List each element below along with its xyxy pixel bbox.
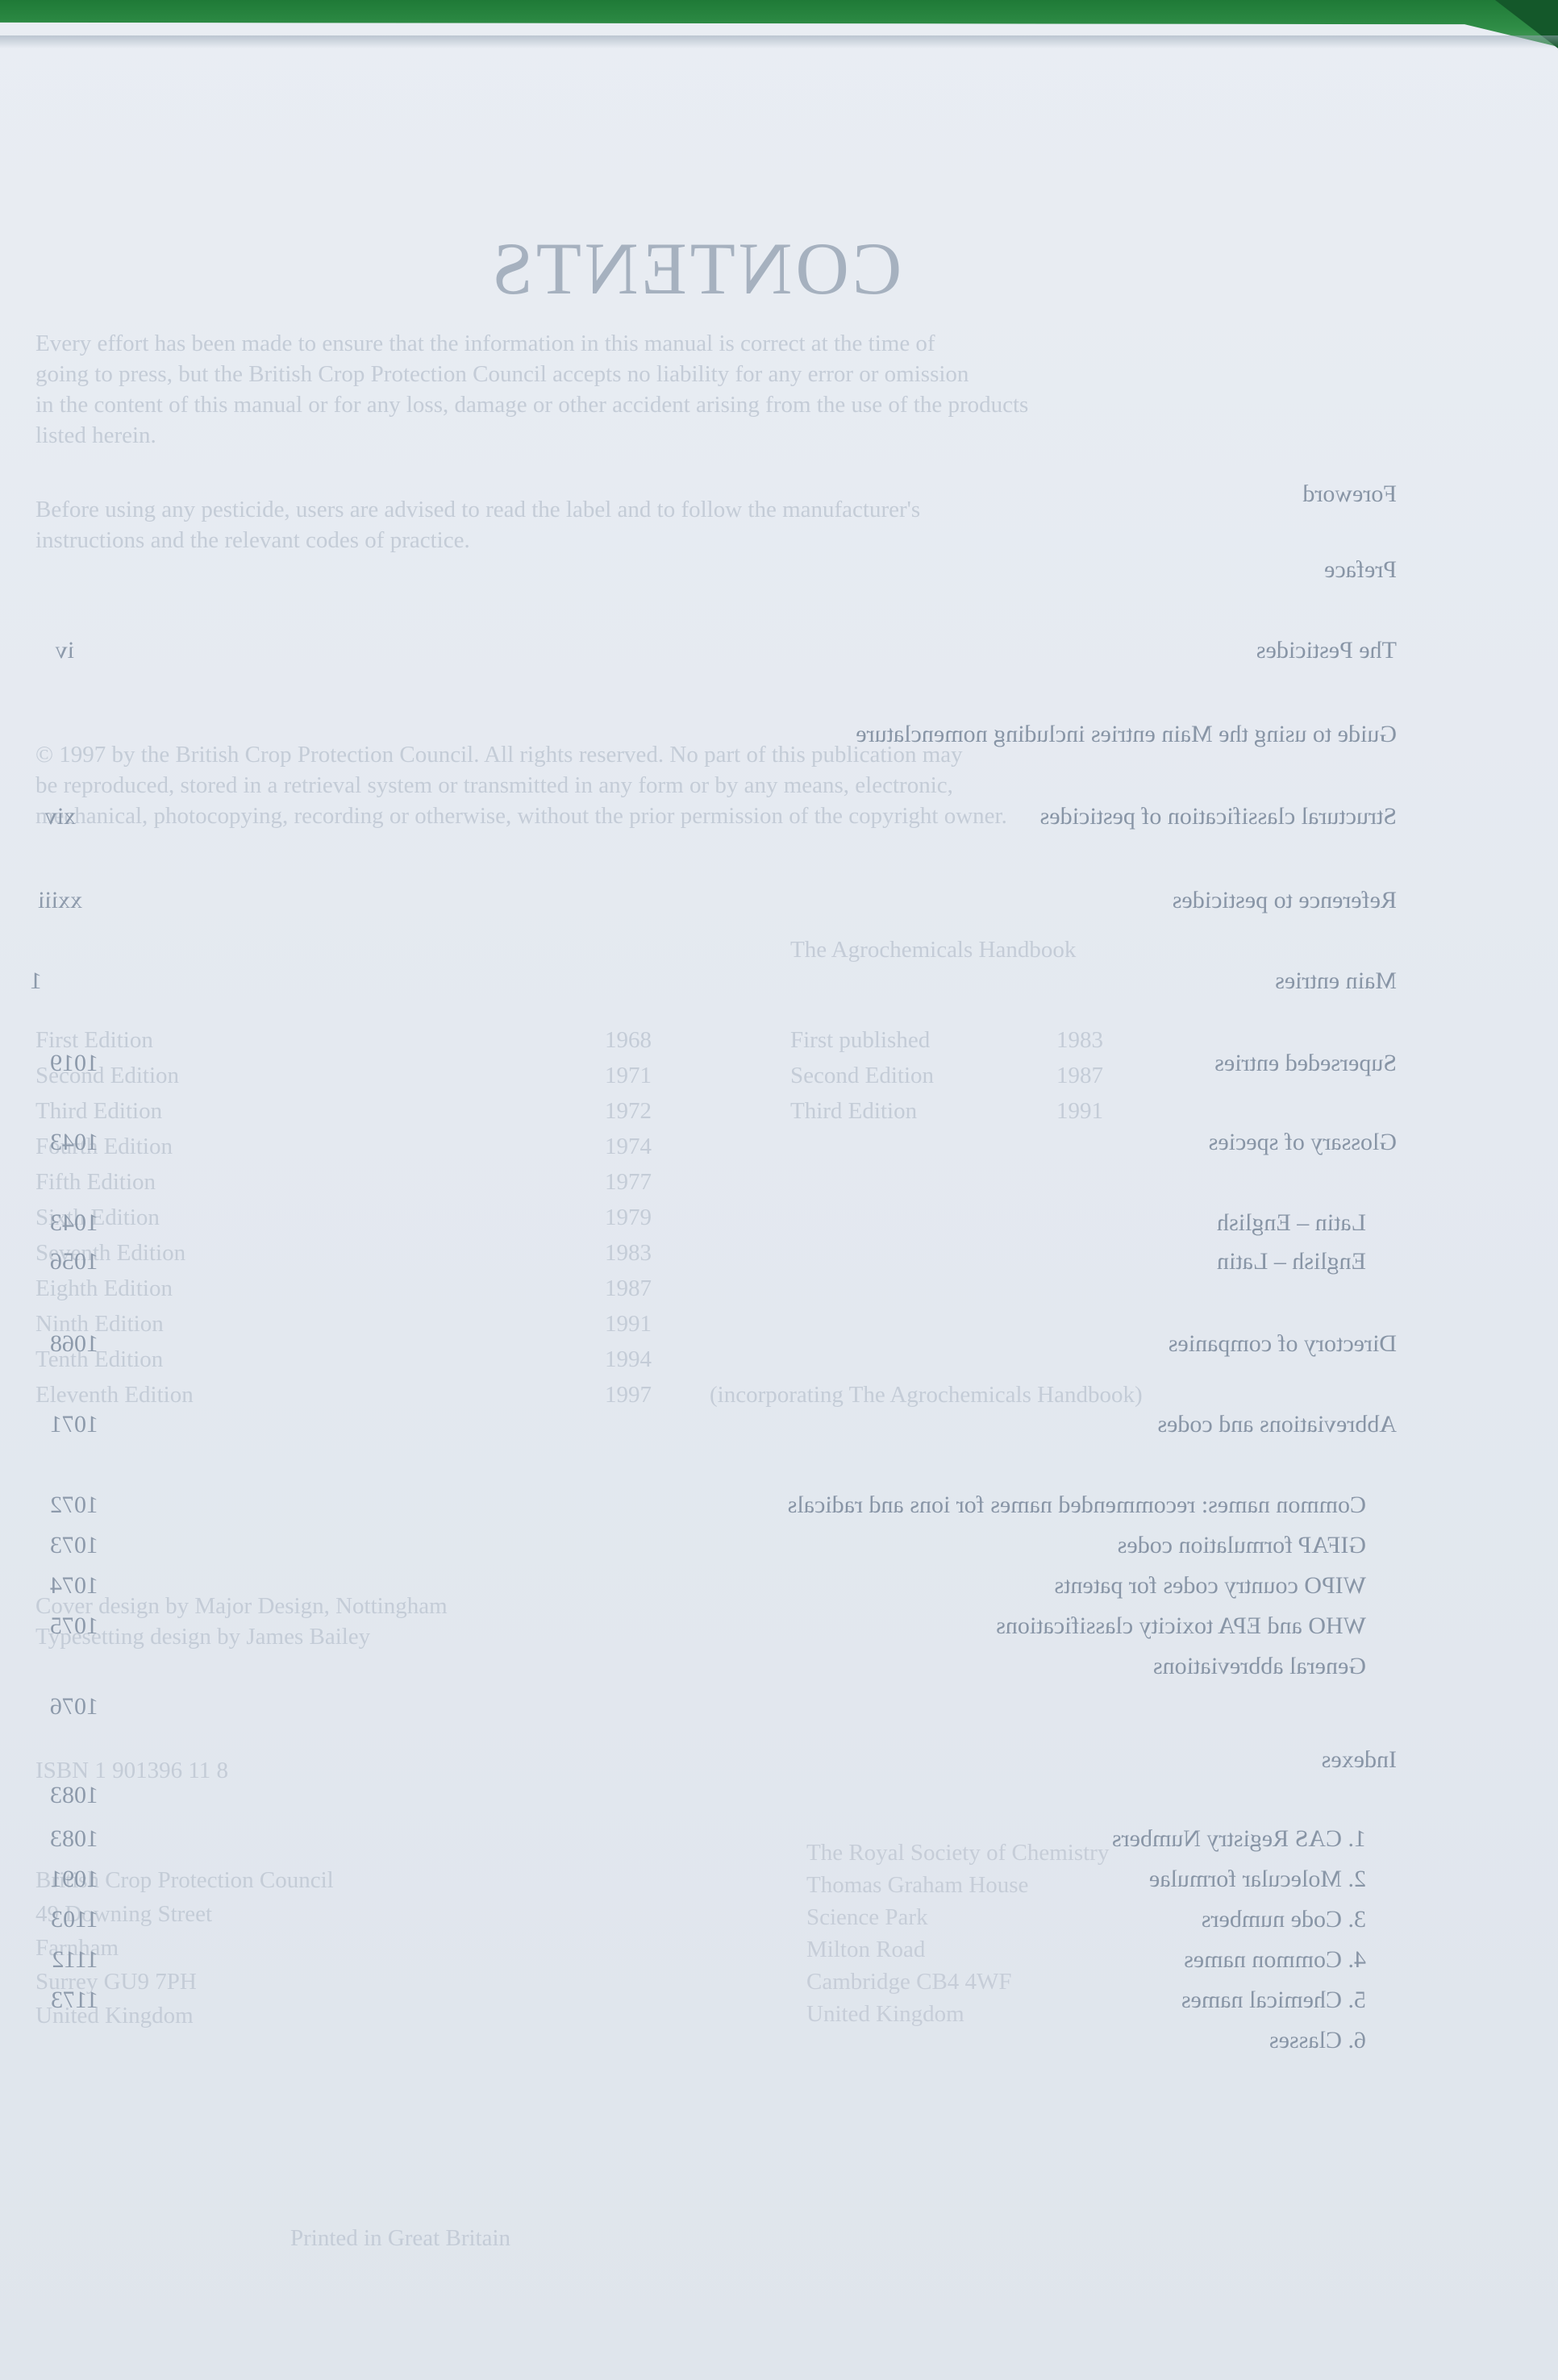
toc-entry-page: 1173: [51, 1987, 98, 2013]
toc-entry-page: 1076: [50, 1693, 98, 1720]
toc-entry-page: 1019: [50, 1050, 98, 1076]
toc-entry-page: 1083: [50, 1825, 98, 1852]
toc-entry-label: 2. Molecular formulae: [1148, 1866, 1366, 1892]
toc-entry-label: Structural classification of pesticides: [1039, 803, 1397, 830]
toc-entry-page: 1074: [50, 1572, 98, 1599]
toc-entry-label: 6. Classes: [1269, 2027, 1366, 2053]
page-title: CONTENTS: [488, 227, 902, 310]
toc-entry-label: 1. CAS Registry Numbers: [1112, 1825, 1366, 1852]
toc-entry-label: WHO and EPA toxicity classifications: [996, 1612, 1366, 1639]
toc-entry-page: xiv: [44, 803, 76, 830]
toc-entry-page: 1091: [50, 1866, 98, 1892]
toc-entry-page: 1112: [52, 1946, 98, 1973]
toc-entry-label: The Pesticides: [1256, 637, 1397, 664]
toc-entry-page: 1043: [50, 1209, 98, 1236]
toc-entry-label: Guide to using the Main entries includin…: [856, 721, 1397, 747]
toc-entry-label: Indexes: [1321, 1746, 1397, 1773]
toc-entry-label: 5. Chemical names: [1181, 1987, 1366, 2013]
toc-entry-page: xxiii: [37, 887, 82, 913]
toc-entry-page: 1072: [50, 1492, 98, 1518]
toc-entry-page: 1073: [50, 1532, 98, 1558]
toc-entry-label: Directory of companies: [1168, 1330, 1397, 1357]
toc-entry-page: 1075: [50, 1612, 98, 1639]
toc-entry-label: Glossary of species: [1208, 1129, 1397, 1155]
toc-entry-label: Latin – English: [1217, 1209, 1366, 1236]
toc-entry-label: Abbreviations and codes: [1157, 1411, 1397, 1438]
toc-entry-label: Superseded entries: [1214, 1050, 1397, 1076]
mirrored-contents-page: CONTENTS Foreword Preface The Pesticides…: [0, 0, 1558, 2380]
toc-entry-label: Foreword: [1302, 481, 1397, 507]
toc-entry-label: GIFAP formulation codes: [1117, 1532, 1366, 1558]
toc-entry-label: 3. Code numbers: [1201, 1906, 1366, 1933]
toc-entry-page: iv: [55, 637, 74, 664]
toc-entry-page: 1: [30, 967, 42, 994]
toc-entry-page: 1083: [50, 1782, 98, 1808]
toc-entry-page: 1068: [50, 1330, 98, 1357]
toc-entry-page: 1103: [51, 1906, 98, 1933]
toc-entry-page: 1071: [50, 1411, 98, 1438]
toc-entry-label: English – Latin: [1217, 1248, 1366, 1275]
toc-entry-label: Common names: recommended names for ions…: [787, 1492, 1366, 1518]
toc-entry-label: Preface: [1324, 556, 1397, 583]
toc-entry-page: 1056: [50, 1248, 98, 1275]
toc-entry-label: Reference to pesticides: [1172, 887, 1397, 913]
book-page: Every effort has been made to ensure tha…: [0, 0, 1558, 2380]
toc-entry-label: WIPO country codes for patents: [1054, 1572, 1366, 1599]
toc-entry-label: 4. Common names: [1184, 1946, 1366, 1973]
toc-entry-label: Main entries: [1275, 967, 1397, 994]
toc-entry-label: General abbreviations: [1152, 1653, 1366, 1679]
toc-entry-page: 1043: [50, 1129, 98, 1155]
